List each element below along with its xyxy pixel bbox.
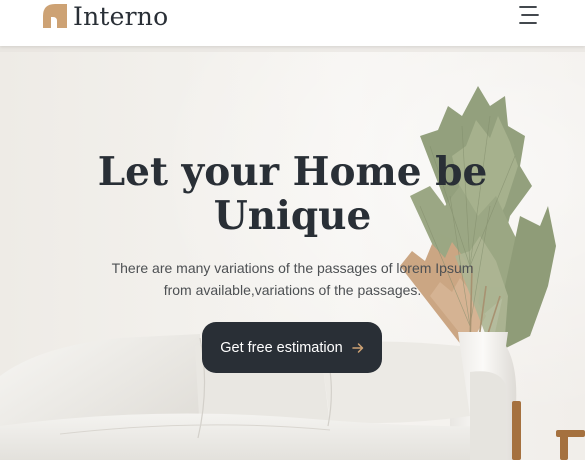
hero-title: Let your Home be Unique <box>0 150 585 238</box>
hero-description-line-2: from available,variations of the passage… <box>163 282 422 298</box>
get-free-estimation-button[interactable]: Get free estimation <box>202 322 382 373</box>
hamburger-menu-icon[interactable] <box>516 3 542 27</box>
hero-background-image <box>0 46 585 460</box>
site-header: Interno <box>0 0 585 46</box>
hero-description-line-1: There are many variations of the passage… <box>111 260 474 276</box>
hero-title-line-2: Unique <box>213 193 372 239</box>
hero-section: Let your Home be Unique There are many v… <box>0 46 585 460</box>
arch-logo-icon <box>43 4 67 28</box>
brand-name: Interno <box>73 1 169 31</box>
hero-description: There are many variations of the passage… <box>0 257 585 301</box>
brand-logo[interactable]: Interno <box>43 2 168 30</box>
hero-title-line-1: Let your Home be <box>97 149 488 195</box>
arrow-right-icon <box>352 342 363 353</box>
cta-label: Get free estimation <box>220 339 343 356</box>
